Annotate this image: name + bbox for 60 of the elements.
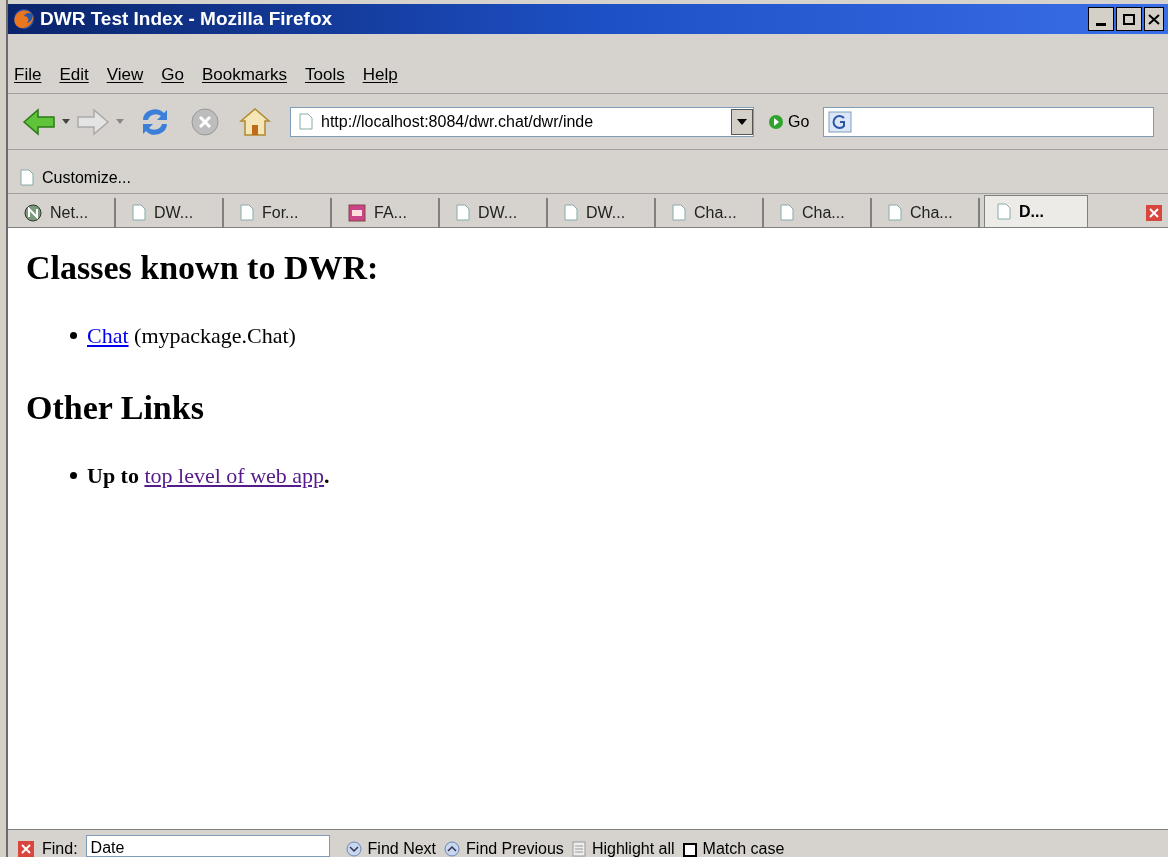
close-icon[interactable] — [18, 841, 34, 857]
firefox-icon — [12, 7, 36, 31]
menu-item[interactable]: Help — [362, 61, 398, 88]
menu-item[interactable]: File — [14, 61, 42, 88]
stop-icon[interactable] — [190, 106, 220, 137]
find-label: Find: — [42, 841, 78, 857]
checkbox-label: Match case — [702, 841, 785, 857]
find-button[interactable]: Find Next — [345, 841, 437, 857]
jot-icon — [348, 203, 366, 222]
page-icon — [20, 169, 34, 186]
page-icon — [240, 204, 254, 221]
page-icon — [672, 204, 686, 221]
page-icon — [888, 204, 902, 221]
heading: Classes known to DWR: — [26, 248, 380, 288]
go-button[interactable]: Go — [768, 109, 810, 134]
find-button[interactable]: Highlight all — [571, 841, 675, 857]
bullet-icon — [70, 332, 77, 339]
back-arrow-icon[interactable] — [22, 106, 56, 137]
menu-item[interactable]: Bookmarks — [201, 61, 287, 88]
page-icon — [997, 203, 1011, 220]
tab[interactable]: D... — [984, 195, 1088, 227]
page-icon — [132, 204, 146, 221]
globe-icon — [24, 203, 42, 222]
checkbox[interactable] — [682, 843, 697, 857]
home-icon[interactable] — [238, 105, 272, 138]
window-title: DWR Test Index - Mozilla Firefox — [40, 6, 333, 31]
heading: Other Links — [26, 388, 205, 428]
menu-item[interactable]: Go — [161, 61, 184, 88]
dropdown-icon[interactable] — [62, 118, 70, 125]
find-button[interactable]: Find Previous — [444, 841, 564, 857]
dropdown-button[interactable] — [731, 108, 753, 135]
link[interactable]: top level of web app — [144, 463, 325, 488]
close-button[interactable] — [1144, 7, 1164, 31]
search-field[interactable] — [823, 106, 1154, 137]
page-icon — [780, 204, 794, 221]
list-item-text: Chat (mypackage.Chat) — [87, 322, 296, 350]
maximize-icon — [1123, 13, 1135, 25]
menu-item[interactable]: View — [106, 61, 144, 88]
address-field[interactable]: http://localhost:8084/dwr.chat/dwr/inde — [290, 106, 754, 137]
maximize-button[interactable] — [1116, 7, 1142, 31]
play-icon — [768, 113, 784, 130]
list-item-text: Up to top level of web app. — [87, 462, 330, 490]
search-engine-icon — [828, 110, 853, 133]
caret-icon — [737, 118, 747, 125]
bullet-icon — [70, 472, 77, 479]
highlight-icon — [571, 841, 586, 857]
close-tab-button[interactable] — [1146, 205, 1162, 221]
url-text: http://localhost:8084/dwr.chat/dwr/inde — [321, 111, 595, 132]
menu-item[interactable]: Tools — [304, 61, 345, 88]
close-icon — [1146, 205, 1162, 221]
close-icon — [1148, 13, 1160, 25]
page-icon — [299, 113, 313, 130]
menu-item[interactable]: Edit — [59, 61, 89, 88]
page-icon — [564, 204, 578, 221]
find-field[interactable]: Date — [85, 835, 330, 857]
minimize-icon — [1096, 23, 1106, 26]
minimize-button[interactable] — [1088, 7, 1114, 31]
link[interactable]: Chat — [87, 323, 129, 348]
bookmark-item[interactable]: Customize... — [20, 165, 131, 190]
page-icon — [456, 204, 470, 221]
